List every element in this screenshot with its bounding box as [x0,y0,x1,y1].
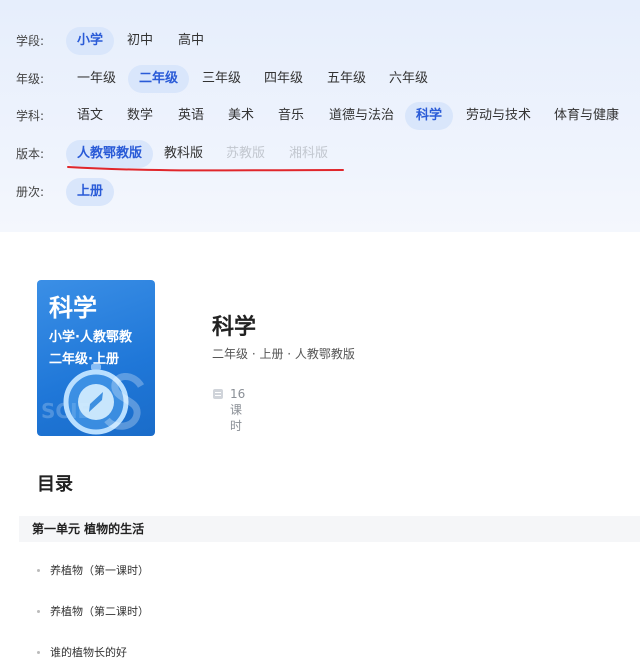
filter-panel: 学段: 小学 初中 高中 年级: 一年级 二年级 三年级 四年级 五年级 六年级… [0,0,640,232]
unit-header[interactable]: 第一单元 植物的生活 [19,516,640,542]
filter-row-volume: 册次: 上册 [0,178,640,206]
cover-subtitle-stage: 小学·人教鄂教 [49,330,132,345]
course-title: 科学 [212,315,257,340]
cover-title: 科学 [49,293,97,322]
toc-heading: 目录 [37,474,73,495]
bullet-icon [37,569,40,572]
cover-subtitle-grade: 二年级·上册 [49,352,119,367]
chip-volume-first[interactable]: 上册 [66,178,115,206]
course-content: SCIE 科学 小学·人教鄂教 二年级·上册 科学 二年级 · 上册 · 人教鄂… [0,257,640,672]
lesson-count-text: 16课时 [230,387,246,433]
unit-title: 第一单元 植物的生活 [32,522,145,536]
course-cover[interactable]: SCIE 科学 小学·人教鄂教 二年级·上册 [37,280,155,436]
lesson-title: 谁的植物长的好 [50,646,127,659]
filter-label-volume: 册次: [16,185,45,199]
course-meta: 二年级 · 上册 · 人教鄂教版 [212,347,355,361]
bullet-icon [37,610,40,613]
lesson-title: 养植物（第二课时） [50,605,149,618]
book-icon [213,389,223,399]
lesson-title: 养植物（第一课时） [50,564,149,577]
bullet-icon [37,651,40,654]
